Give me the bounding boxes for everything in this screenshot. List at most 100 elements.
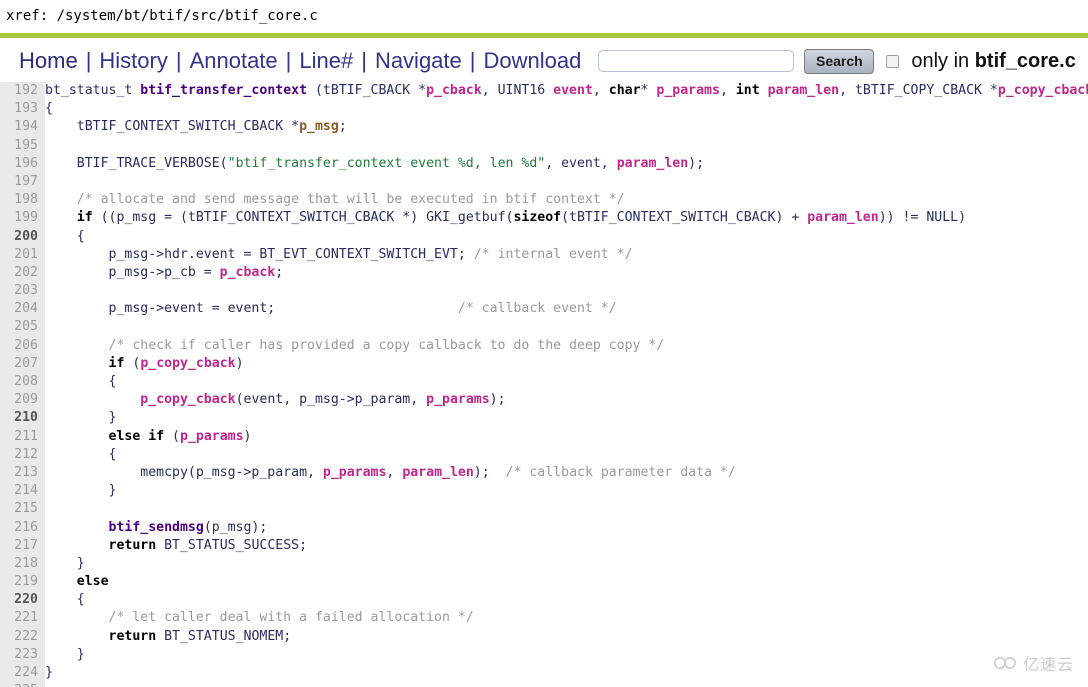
code-token: { bbox=[45, 228, 85, 244]
nav-history[interactable]: History bbox=[92, 48, 174, 73]
code-line-text: p_msg->event = event; /* callback event … bbox=[45, 301, 617, 316]
nav-separator: | bbox=[469, 48, 476, 73]
nav-home[interactable]: Home bbox=[12, 48, 85, 73]
cloud-logo-icon bbox=[993, 657, 1016, 670]
code-token[interactable]: p_params bbox=[656, 83, 720, 98]
line-number[interactable]: 213 bbox=[0, 464, 45, 482]
code-line-text: { bbox=[45, 447, 117, 462]
only-in-file-checkbox[interactable] bbox=[886, 54, 900, 68]
line-number[interactable]: 198 bbox=[0, 191, 45, 209]
line-number[interactable]: 194 bbox=[0, 118, 45, 136]
line-number[interactable]: 223 bbox=[0, 646, 45, 664]
code-line-text: } bbox=[45, 410, 117, 426]
line-number[interactable]: 196 bbox=[0, 155, 45, 173]
code-token: ; bbox=[338, 119, 347, 135]
code-token[interactable]: event bbox=[553, 83, 593, 98]
code-line-text: if ((p_msg = (tBTIF_CONTEXT_SWITCH_CBACK… bbox=[45, 210, 966, 225]
code-token[interactable]: param_len bbox=[807, 210, 878, 225]
code-line-text: return BT_STATUS_NOMEM; bbox=[45, 629, 292, 644]
code-token[interactable]: btif_sendmsg bbox=[109, 520, 204, 535]
code-token[interactable]: p_params bbox=[180, 429, 244, 444]
search-button[interactable]: Search bbox=[804, 48, 875, 74]
only-in-prefix-text: only in bbox=[911, 49, 975, 72]
code-token: * bbox=[640, 83, 657, 98]
code-line: 220 { bbox=[0, 591, 1088, 609]
line-number[interactable]: 205 bbox=[0, 318, 45, 336]
code-token[interactable]: p_msg bbox=[299, 119, 339, 134]
code-line-text: if (p_copy_cback) bbox=[45, 356, 244, 371]
code-token[interactable]: btif_transfer_context bbox=[140, 83, 307, 98]
line-number[interactable]: 200 bbox=[0, 228, 45, 246]
code-token: , bbox=[719, 83, 736, 98]
code-token: (tBTIF_CONTEXT_SWITCH_CBACK) + bbox=[561, 210, 808, 226]
code-token: , event, bbox=[545, 155, 617, 171]
line-number[interactable]: 224 bbox=[0, 664, 45, 682]
code-token: } bbox=[45, 646, 85, 662]
code-token: sizeof bbox=[513, 210, 562, 226]
code-line-text: p_msg->hdr.event = BT_EVT_CONTEXT_SWITCH… bbox=[45, 247, 633, 262]
code-token: char bbox=[608, 83, 641, 98]
code-token[interactable]: p_copy_cback) bbox=[998, 83, 1088, 98]
code-token: } bbox=[45, 410, 117, 426]
code-token[interactable]: p_copy_cback bbox=[140, 392, 235, 407]
code-token: , tBTIF_COPY_CBACK * bbox=[839, 83, 998, 98]
code-line-text: } bbox=[45, 665, 53, 680]
code-token: ; bbox=[275, 264, 284, 280]
code-token[interactable]: p_params bbox=[323, 465, 387, 480]
line-number[interactable]: 216 bbox=[0, 519, 45, 537]
line-number[interactable]: 215 bbox=[0, 500, 45, 518]
line-number[interactable]: 207 bbox=[0, 355, 45, 373]
line-number[interactable]: 221 bbox=[0, 609, 45, 627]
code-token: p_msg->event = event; bbox=[45, 301, 458, 317]
code-line: 203 bbox=[0, 282, 1088, 300]
code-line: 198 /* allocate and send message that wi… bbox=[0, 191, 1088, 209]
line-number[interactable]: 192 bbox=[0, 82, 45, 100]
line-number[interactable]: 220 bbox=[0, 591, 45, 609]
line-number[interactable]: 212 bbox=[0, 446, 45, 464]
nav-download[interactable]: Download bbox=[477, 48, 589, 73]
code-line-text: bt_status_t btif_transfer_context (tBTIF… bbox=[45, 83, 1088, 98]
code-token[interactable]: p_copy_cback bbox=[140, 356, 235, 371]
code-token[interactable]: p_cback bbox=[220, 265, 276, 280]
code-token: /* let caller deal with a failed allocat… bbox=[45, 610, 474, 626]
nav-line[interactable]: Line# bbox=[292, 48, 360, 73]
line-number[interactable]: 222 bbox=[0, 628, 45, 646]
xref-path-header: xref: /system/bt/btif/src/btif_core.c bbox=[0, 0, 1088, 36]
line-number[interactable]: 208 bbox=[0, 373, 45, 391]
code-line: 221 /* let caller deal with a failed all… bbox=[0, 609, 1088, 627]
line-number[interactable]: 204 bbox=[0, 300, 45, 318]
code-token[interactable]: param_len bbox=[617, 156, 688, 171]
line-number[interactable]: 225 bbox=[0, 682, 45, 687]
line-number[interactable]: 218 bbox=[0, 555, 45, 573]
line-number[interactable]: 206 bbox=[0, 337, 45, 355]
line-number[interactable]: 214 bbox=[0, 482, 45, 500]
code-token[interactable]: param_len bbox=[402, 465, 473, 480]
line-number[interactable]: 211 bbox=[0, 428, 45, 446]
line-number[interactable]: 195 bbox=[0, 137, 45, 155]
code-token: } bbox=[45, 665, 53, 680]
nav-annotate[interactable]: Annotate bbox=[183, 48, 285, 73]
line-number[interactable]: 199 bbox=[0, 209, 45, 227]
nav-navigate[interactable]: Navigate bbox=[368, 48, 469, 73]
navigation-bar: Home | History | Annotate | Line# | Navigate | Dow… bbox=[0, 40, 1088, 82]
line-number[interactable]: 202 bbox=[0, 264, 45, 282]
code-line: 194 tBTIF_CONTEXT_SWITCH_CBACK *p_msg; bbox=[0, 118, 1088, 136]
line-number[interactable]: 217 bbox=[0, 537, 45, 555]
code-token[interactable]: p_params bbox=[426, 392, 490, 407]
code-token[interactable]: p_cback bbox=[426, 83, 482, 98]
line-number[interactable]: 201 bbox=[0, 246, 45, 264]
code-line-text: tBTIF_CONTEXT_SWITCH_CBACK *p_msg; bbox=[45, 119, 347, 134]
line-number[interactable]: 193 bbox=[0, 100, 45, 118]
search-input[interactable] bbox=[598, 50, 795, 72]
source-code-viewer[interactable]: 192 bt_status_t btif_transfer_context (tB… bbox=[0, 82, 1088, 687]
line-number[interactable]: 197 bbox=[0, 173, 45, 191]
xref-path-text: xref: /system/bt/btif/src/btif_core.c bbox=[6, 8, 318, 24]
code-token: "btif_transfer_context event %d, len %d" bbox=[227, 155, 546, 171]
line-number[interactable]: 203 bbox=[0, 282, 45, 300]
code-token: /* internal event */ bbox=[473, 246, 633, 262]
line-number[interactable]: 210 bbox=[0, 409, 45, 427]
line-number[interactable]: 209 bbox=[0, 391, 45, 409]
code-line-text: else if (p_params) bbox=[45, 429, 252, 444]
line-number[interactable]: 219 bbox=[0, 573, 45, 591]
code-token[interactable]: param_len bbox=[768, 83, 839, 98]
